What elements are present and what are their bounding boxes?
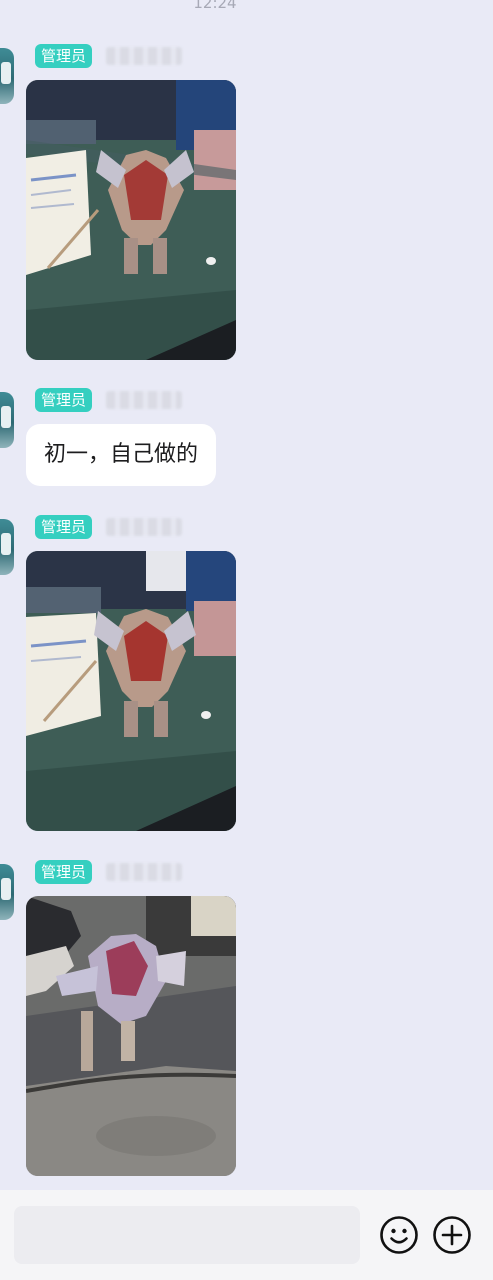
chat-message: 管理员 <box>0 44 493 364</box>
avatar[interactable] <box>0 519 14 575</box>
plus-circle-icon[interactable] <box>433 1216 471 1254</box>
admin-badge: 管理员 <box>35 44 93 68</box>
smiley-face-icon[interactable] <box>380 1216 418 1254</box>
sender-nickname[interactable] <box>106 47 182 65</box>
avatar[interactable] <box>0 392 14 448</box>
admin-badge: 管理员 <box>35 515 93 539</box>
chat-message: 管理员 初一，自己做的 <box>0 388 493 488</box>
avatar[interactable] <box>0 864 14 920</box>
admin-badge: 管理员 <box>35 860 93 884</box>
chat-image[interactable] <box>26 80 236 360</box>
message-input-bar <box>0 1190 493 1280</box>
message-input[interactable] <box>14 1206 360 1264</box>
avatar[interactable] <box>0 48 14 104</box>
chat-image[interactable] <box>26 551 236 831</box>
admin-badge: 管理员 <box>35 388 93 412</box>
chat-message: 管理员 <box>0 515 493 835</box>
chat-message: 管理员 <box>0 860 493 1180</box>
sender-nickname[interactable] <box>106 391 182 409</box>
message-bubble[interactable]: 初一，自己做的 <box>26 424 217 486</box>
sender-nickname[interactable] <box>106 863 182 881</box>
sender-nickname[interactable] <box>106 518 182 536</box>
chat-image[interactable] <box>26 896 236 1176</box>
message-timestamp: 12:24 <box>193 0 237 12</box>
